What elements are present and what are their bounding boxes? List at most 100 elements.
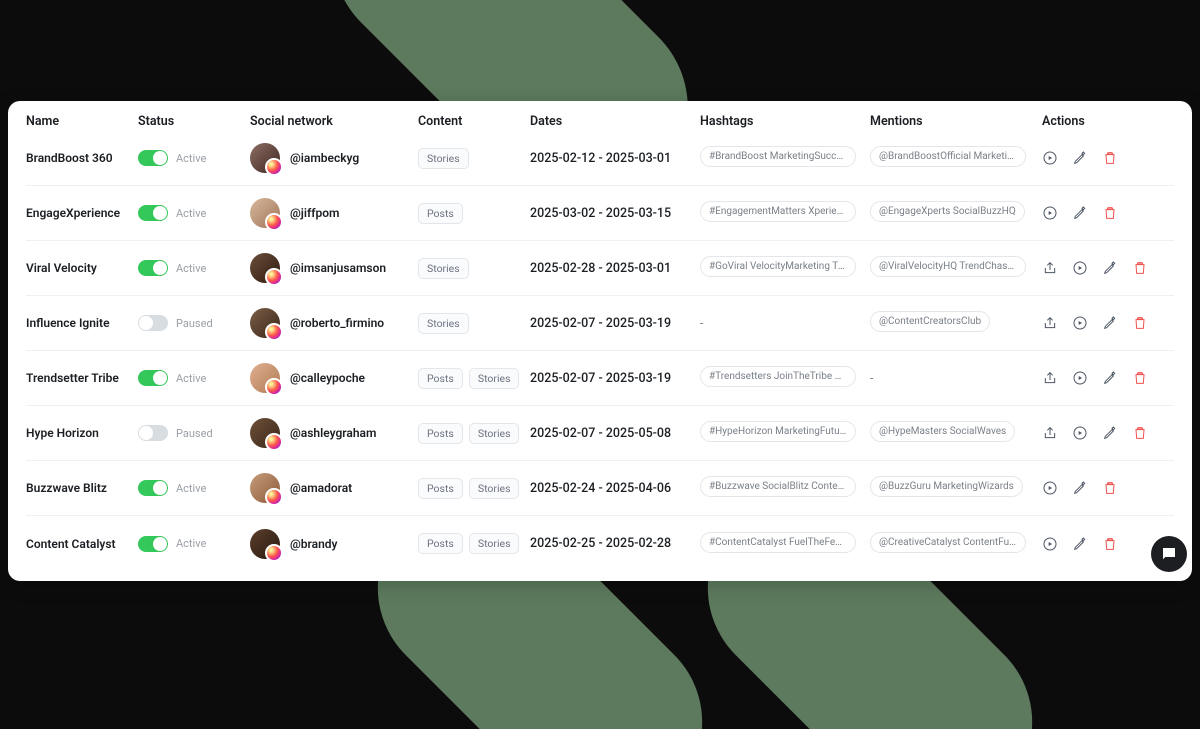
status-toggle[interactable] [138,425,168,441]
avatar [250,418,280,448]
avatar [250,308,280,338]
chat-launcher-button[interactable] [1151,536,1187,572]
social-handle[interactable]: @iambeckyg [290,151,359,165]
edit-icon[interactable] [1102,425,1118,441]
status-cell: Active [138,205,250,221]
status-label: Active [176,207,206,220]
social-cell: @amadorat [250,473,418,503]
edit-icon[interactable] [1102,370,1118,386]
actions-cell [1042,260,1174,276]
delete-icon[interactable] [1102,480,1118,496]
share-icon[interactable] [1042,370,1058,386]
social-handle[interactable]: @amadorat [290,481,352,495]
status-toggle[interactable] [138,150,168,166]
mentions-pill: @HypeMasters SocialWaves [870,421,1015,442]
actions-cell [1042,150,1174,166]
social-cell: @roberto_firmino [250,308,418,338]
col-header-actions: Actions [1042,114,1174,129]
mentions-cell: @BuzzGuru MarketingWizards [870,476,1042,500]
empty-indicator: - [870,371,873,385]
status-cell: Active [138,260,250,276]
status-toggle[interactable] [138,536,168,552]
campaign-name: Influence Ignite [26,316,138,330]
status-toggle[interactable] [138,260,168,276]
social-cell: @iambeckyg [250,143,418,173]
status-cell: Paused [138,315,250,331]
col-header-content: Content [418,114,530,129]
delete-icon[interactable] [1132,315,1148,331]
delete-icon[interactable] [1132,425,1148,441]
social-cell: @ashleygraham [250,418,418,448]
mentions-pill: @ContentCreatorsClub [870,311,990,332]
table-row: Hype HorizonPaused@ashleygrahamPostsStor… [26,406,1174,461]
content-badge: Posts [418,368,463,389]
table-row: Buzzwave BlitzActive@amadoratPostsStorie… [26,461,1174,516]
actions-cell [1042,480,1174,496]
status-label: Active [176,152,206,165]
play-icon[interactable] [1042,150,1058,166]
status-toggle[interactable] [138,480,168,496]
edit-icon[interactable] [1102,315,1118,331]
hashtags-cell: #EngagementMatters XperienceMarketing I [700,201,870,225]
play-icon[interactable] [1042,480,1058,496]
content-cell: PostsStories [418,423,530,444]
social-handle[interactable]: @roberto_firmino [290,316,384,330]
social-handle[interactable]: @ashleygraham [290,426,376,440]
mentions-pill: @ViralVelocityHQ TrendChasers [870,256,1026,277]
mentions-cell: @ViralVelocityHQ TrendChasers [870,256,1042,280]
edit-icon[interactable] [1072,205,1088,221]
mentions-pill: @EngageXperts SocialBuzzHQ [870,201,1025,222]
avatar [250,198,280,228]
delete-icon[interactable] [1132,260,1148,276]
status-toggle[interactable] [138,315,168,331]
share-icon[interactable] [1042,260,1058,276]
content-badge: Stories [469,368,520,389]
edit-icon[interactable] [1072,536,1088,552]
status-label: Active [176,537,206,550]
play-icon[interactable] [1072,315,1088,331]
status-cell: Active [138,536,250,552]
content-badge: Posts [418,533,463,554]
social-cell: @jiffpom [250,198,418,228]
hashtags-cell: #GoViral VelocityMarketing TrendingNow [700,256,870,280]
dates-cell: 2025-02-07 - 2025-05-08 [530,426,700,441]
social-handle[interactable]: @calleypoche [290,371,365,385]
social-handle[interactable]: @jiffpom [290,206,339,220]
edit-icon[interactable] [1102,260,1118,276]
delete-icon[interactable] [1102,150,1118,166]
play-icon[interactable] [1042,205,1058,221]
delete-icon[interactable] [1102,205,1118,221]
social-handle[interactable]: @imsanjusamson [290,261,386,275]
mentions-pill: @BrandBoostOfficial MarketingMasters [870,146,1026,167]
status-toggle[interactable] [138,370,168,386]
dates-cell: 2025-02-12 - 2025-03-01 [530,151,700,166]
edit-icon[interactable] [1072,150,1088,166]
status-toggle[interactable] [138,205,168,221]
delete-icon[interactable] [1102,536,1118,552]
play-icon[interactable] [1072,425,1088,441]
actions-cell [1042,370,1174,386]
dates-cell: 2025-02-24 - 2025-04-06 [530,481,700,496]
table-row: EngageXperienceActive@jiffpomPosts2025-0… [26,186,1174,241]
avatar [250,253,280,283]
table-header-row: Name Status Social network Content Dates… [26,101,1174,131]
hashtags-pill: #HypeHorizon MarketingFuture BrandBuzz [700,421,856,442]
social-handle[interactable]: @brandy [290,537,338,551]
edit-icon[interactable] [1072,480,1088,496]
mentions-cell: @EngageXperts SocialBuzzHQ [870,201,1042,225]
delete-icon[interactable] [1132,370,1148,386]
content-badge: Stories [469,478,520,499]
status-cell: Active [138,150,250,166]
content-cell: PostsStories [418,533,530,554]
status-cell: Active [138,480,250,496]
play-icon[interactable] [1042,536,1058,552]
status-cell: Paused [138,425,250,441]
share-icon[interactable] [1042,425,1058,441]
dates-cell: 2025-02-07 - 2025-03-19 [530,371,700,386]
play-icon[interactable] [1072,260,1088,276]
col-header-social: Social network [250,114,418,129]
share-icon[interactable] [1042,315,1058,331]
play-icon[interactable] [1072,370,1088,386]
col-header-status: Status [138,114,250,129]
table-row: Content CatalystActive@brandyPostsStorie… [26,516,1174,571]
